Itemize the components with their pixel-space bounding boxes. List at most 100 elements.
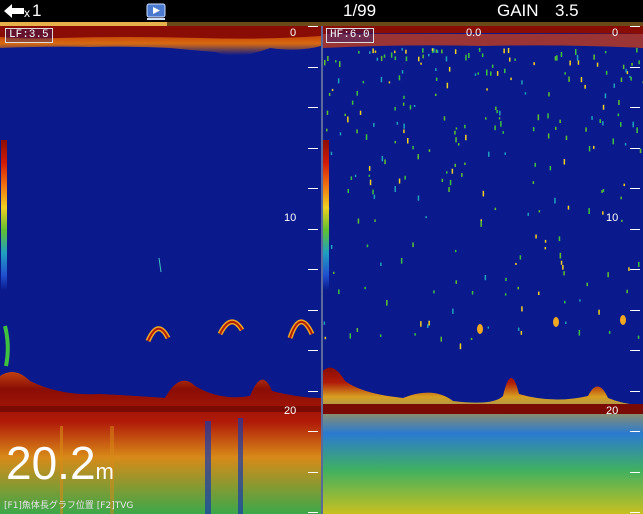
echo-speckle (384, 159, 386, 165)
echo-speckle (388, 81, 391, 84)
echo-speckle (356, 328, 359, 332)
echo-speckle (449, 179, 452, 186)
echo-speckle (357, 218, 360, 224)
echo-speckle (620, 196, 622, 200)
echo-speckle (457, 143, 460, 146)
echo-speckle (613, 83, 615, 88)
echo-speckle (608, 331, 611, 334)
depth-tick (308, 390, 318, 392)
page-counter: 1/99 (343, 1, 377, 20)
lf-color-scale (1, 140, 7, 290)
hf-echogram (323, 26, 643, 514)
echo-speckle (533, 62, 535, 66)
echo-speckle (478, 48, 481, 52)
echo-speckle (404, 175, 406, 180)
echo-speckle (354, 174, 357, 178)
echo-speckle (412, 145, 414, 150)
echo-speckle (547, 113, 549, 119)
echo-speckle (448, 66, 451, 72)
echo-speckle (422, 48, 424, 53)
echo-speckle (490, 71, 492, 76)
echo-speckle (617, 113, 620, 117)
echo-speckle (470, 337, 473, 340)
echo-speckle (580, 77, 583, 83)
echo-speckle (428, 149, 431, 152)
echo-speckle (359, 110, 362, 115)
echo-speckle (639, 148, 642, 154)
echo-speckle (548, 92, 550, 97)
hf-echogram-panel[interactable] (323, 26, 643, 514)
echo-speckle (369, 51, 371, 54)
echo-speckle (326, 110, 329, 115)
echo-speckle (584, 84, 586, 89)
echo-speckle (422, 54, 424, 59)
depth-value: 20.2 (6, 437, 96, 489)
echo-speckle (403, 95, 405, 99)
echo-speckle (599, 119, 601, 123)
echo-speckle (559, 252, 562, 259)
echo-speckle (521, 80, 523, 85)
echo-speckle (532, 127, 535, 132)
echo-speckle (459, 343, 462, 350)
echo-speckle (454, 49, 457, 54)
echo-speckle (418, 56, 420, 62)
echo-speckle (326, 128, 328, 132)
echo-speckle (560, 52, 563, 57)
hf-offset-label: 0.0 (466, 27, 482, 39)
echo-speckle (455, 280, 457, 284)
echo-speckle (394, 186, 396, 192)
depth-tick (308, 107, 318, 108)
echo-speckle (440, 336, 442, 342)
echo-speckle (464, 162, 466, 165)
echo-speckle (324, 336, 327, 340)
depth-unit: m (95, 459, 114, 484)
echo-speckle (495, 106, 497, 111)
playback-icon[interactable] (146, 1, 166, 21)
echo-speckle (625, 68, 627, 73)
echo-speckle (364, 286, 366, 290)
echo-speckle (374, 219, 376, 222)
depth-tick (630, 512, 640, 513)
echo-speckle (482, 190, 485, 197)
echo-speckle (486, 88, 488, 91)
echo-speckle (504, 152, 506, 155)
echo-speckle (544, 239, 547, 243)
echo-speckle (638, 60, 640, 65)
echo-speckle (494, 125, 496, 131)
echo-speckle (631, 62, 633, 66)
echo-speckle (402, 102, 405, 106)
hf-scale-top: 0 (612, 27, 619, 39)
echo-speckle (347, 116, 349, 123)
echo-speckle (403, 129, 405, 134)
depth-tick (630, 350, 640, 351)
echo-speckle (433, 290, 435, 294)
depth-tick (630, 188, 640, 189)
echo-speckle (420, 62, 422, 65)
hf-frequency-label: HF:6.0 (326, 28, 374, 43)
depth-tick (630, 228, 640, 230)
echo-speckle (549, 166, 552, 171)
echo-speckle (452, 308, 454, 314)
echo-speckle (562, 265, 564, 270)
depth-tick (308, 309, 318, 311)
echo-speckle (455, 127, 458, 130)
echo-speckle (527, 212, 529, 216)
speed-value: 1 (32, 1, 42, 20)
echo-speckle (396, 121, 399, 125)
echo-speckle (386, 300, 388, 306)
echo-speckle (351, 100, 354, 105)
echo-speckle (510, 77, 512, 81)
echo-speckle (569, 60, 571, 66)
depth-tick (308, 471, 318, 473)
echo-speckle (405, 49, 407, 54)
echo-speckle (605, 70, 608, 75)
echo-speckle (496, 71, 499, 76)
depth-tick (630, 390, 640, 392)
echo-speckle (630, 76, 632, 81)
echo-speckle (465, 134, 467, 141)
depth-tick (308, 228, 318, 230)
echo-speckle (417, 154, 419, 160)
echo-speckle (488, 151, 490, 157)
echo-speckle (471, 291, 474, 295)
echo-speckle (560, 260, 563, 265)
